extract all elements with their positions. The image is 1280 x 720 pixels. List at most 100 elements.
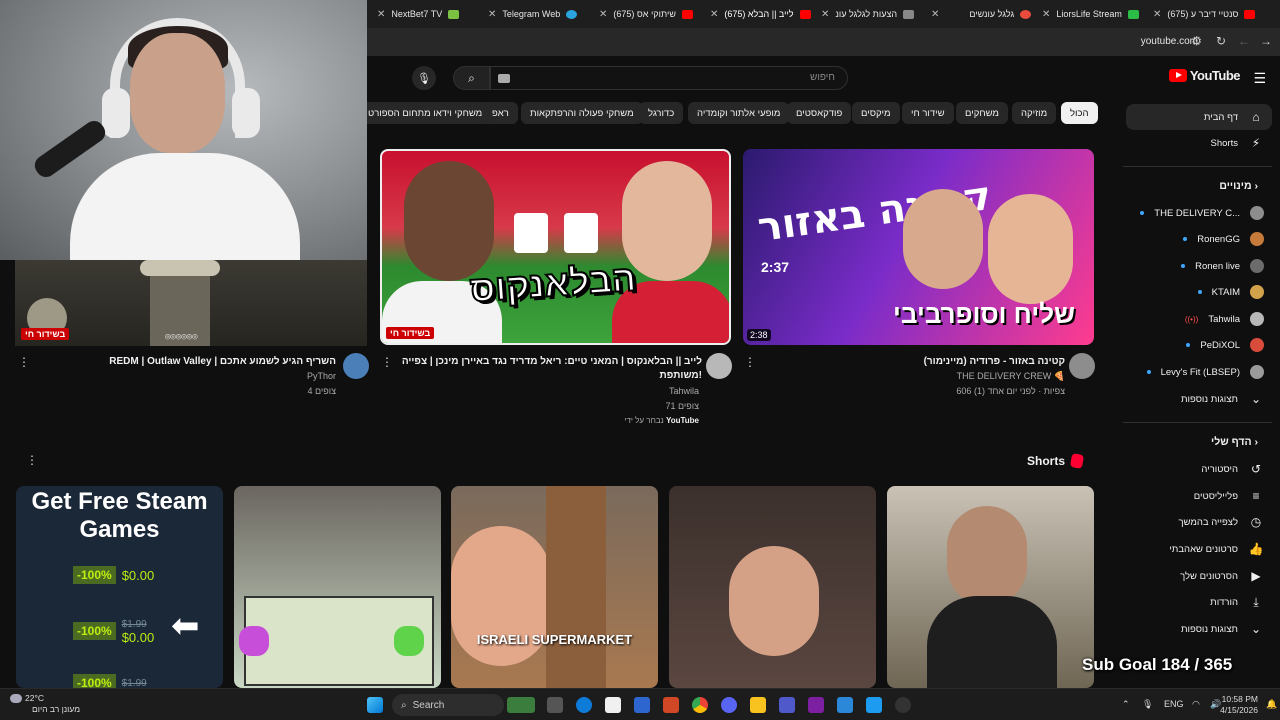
channel-name[interactable]: THE DELIVERY CREW 🍕 — [760, 371, 1065, 382]
short-card[interactable]: ISRAELI SUPERMARKET — [451, 486, 658, 688]
subscription-item[interactable]: Ronen live — [1181, 255, 1264, 277]
url-text[interactable]: youtube.com — [1141, 36, 1198, 47]
subscription-item[interactable]: ((•)) Tahwila — [1185, 308, 1264, 330]
weather-widget[interactable]: 22°C מעונן רב היום — [10, 693, 80, 715]
search-button[interactable]: ⌕ — [453, 66, 490, 90]
video-title[interactable]: קטינה באזור - פרודיה (מיינימור) — [760, 355, 1065, 369]
subscription-item[interactable]: PeDiXOL — [1186, 334, 1264, 356]
video-title[interactable]: REDM | Outlaw Valley | השריף הגיע לשמוע … — [30, 355, 336, 369]
folder-icon[interactable] — [750, 697, 766, 713]
chip-action-adventure[interactable]: משחקי פעולה והרפתקאות — [521, 102, 643, 124]
browser-tab[interactable]: ✕ (675) סנטיי דיבר ע — [1153, 4, 1256, 24]
more-options-icon[interactable]: ⋮ — [381, 355, 393, 369]
browser-tab-active[interactable]: ✕ (675) לייב || הבלא — [710, 4, 811, 24]
close-icon: ✕ — [377, 8, 386, 20]
subscription-item[interactable]: KTAIM — [1197, 281, 1264, 303]
widget-icon[interactable] — [507, 697, 535, 713]
like-icon: 👍 — [1248, 542, 1264, 556]
channel-avatar[interactable] — [343, 353, 369, 379]
forward-icon[interactable]: → — [1260, 34, 1272, 48]
teams-icon[interactable] — [779, 697, 795, 713]
short-card[interactable] — [234, 486, 441, 688]
chip-all[interactable]: הכול — [1061, 102, 1098, 124]
short-card[interactable] — [887, 486, 1094, 688]
notification-icon[interactable]: 🔔 — [1266, 699, 1277, 710]
video-title[interactable]: לייב || הבלאנקוס | המאני טיים: ריאל מדרי… — [396, 355, 702, 383]
sidebar-item-playlists[interactable]: פלייליסטים ≡ — [1194, 485, 1264, 507]
site-settings-icon[interactable]: ⚙ — [1191, 34, 1202, 48]
chip-comedy[interactable]: מופעי אלתור וקומדיה — [688, 102, 790, 124]
keyboard-icon[interactable] — [498, 74, 510, 83]
video-thumbnail[interactable]: הבלאנקוס בשידור חי — [380, 149, 731, 345]
chip-live[interactable]: שידור חי — [902, 102, 954, 124]
chip-sports-games[interactable]: משחקי וידאו מתחום הספורט — [359, 102, 492, 124]
chip-music[interactable]: מוזיקה — [1012, 102, 1057, 124]
channel-avatar[interactable] — [706, 353, 732, 379]
youtube-logo[interactable]: YouTube — [1168, 68, 1241, 83]
browser-tab[interactable]: ✕ LiorsLife Stream — [1042, 4, 1139, 24]
office-icon[interactable] — [663, 697, 679, 713]
menu-icon[interactable]: ☰ — [1253, 70, 1266, 87]
you-header[interactable]: הדף שלי › — [1211, 436, 1258, 448]
store-icon[interactable] — [605, 697, 621, 713]
language-indicator[interactable]: ENG — [1164, 699, 1184, 709]
short-card[interactable]: Get Free Steam Games -100% $0.00 -100% $… — [16, 486, 223, 688]
app-icon[interactable] — [808, 697, 824, 713]
chip-podcasts[interactable]: פודקאסטים — [787, 102, 852, 124]
voice-search-button[interactable]: 🎙 — [412, 66, 436, 90]
subscription-item[interactable]: Levy's Fit (LBSEP) — [1146, 361, 1264, 383]
more-options-icon[interactable]: ⋮ — [18, 355, 30, 369]
chrome-icon[interactable] — [692, 697, 708, 713]
subscription-item[interactable]: THE DELIVERY C... — [1140, 202, 1264, 224]
shorts-more-icon[interactable]: ⋮ — [26, 453, 38, 467]
sidebar-item-shorts[interactable]: Shorts ⚡ — [1211, 132, 1264, 154]
sidebar-item-liked[interactable]: סרטונים שאהבתי 👍 — [1169, 538, 1264, 560]
arrow-icon: ⬅ — [171, 607, 200, 645]
sidebar-item-watch-later[interactable]: לצפייה בהמשך ◷ — [1178, 511, 1264, 533]
app-icon[interactable] — [866, 697, 882, 713]
channel-name[interactable]: Tahwila — [396, 386, 699, 396]
obs-icon[interactable] — [895, 697, 911, 713]
sidebar-item-show-more[interactable]: תצוגות נוספות ⌄ — [1181, 618, 1264, 640]
chevron-down-icon: ⌄ — [1250, 392, 1262, 406]
windows-taskbar: 22°C מעונן רב היום ⌕ Search ⌃ 🎙 ENG ◠ 🔊 1… — [0, 688, 1280, 720]
taskbar-search[interactable]: ⌕ Search — [392, 694, 504, 716]
chip-mixes[interactable]: מיקסים — [852, 102, 900, 124]
sidebar-item-history[interactable]: היסטוריה ↺ — [1201, 458, 1264, 480]
avatar — [1250, 285, 1264, 299]
youtube-play-icon — [1168, 69, 1187, 82]
task-view-icon[interactable] — [547, 697, 563, 713]
wifi-icon[interactable]: ◠ — [1192, 699, 1200, 710]
channel-avatar[interactable] — [1069, 353, 1095, 379]
back-icon[interactable]: ← — [1238, 34, 1250, 48]
short-card[interactable] — [669, 486, 876, 688]
more-options-icon[interactable]: ⋮ — [744, 355, 756, 369]
subscription-item[interactable]: RonenGG — [1183, 228, 1264, 250]
discord-icon[interactable] — [721, 697, 737, 713]
sidebar-item-home[interactable]: דף הבית ⌂ — [1126, 104, 1272, 130]
browser-tab[interactable]: ✕ גלגל עונשים — [931, 4, 1032, 24]
tab-favicon-icon — [681, 9, 693, 19]
sidebar-item-your-videos[interactable]: הסרטונים שלך ▶ — [1180, 565, 1264, 587]
browser-tab[interactable]: ✕ NextBet7 TV — [377, 4, 460, 24]
subscriptions-header[interactable]: מינויים › — [1219, 180, 1258, 192]
search-input[interactable]: חיפוש — [490, 66, 848, 90]
notepad-icon[interactable] — [837, 697, 853, 713]
chip-gaming[interactable]: משחקים — [956, 102, 1008, 124]
browser-tab[interactable]: ✕ Telegram Web — [488, 4, 578, 24]
start-icon[interactable] — [367, 697, 383, 713]
app-icon[interactable] — [634, 697, 650, 713]
browser-tab[interactable]: ✕ הצעות לגלגל עונ — [821, 4, 915, 24]
video-thumbnail[interactable]: קטינה באזור שליח וסופרביבי 2:37 2:38 — [743, 149, 1094, 345]
reload-icon[interactable]: ↻ — [1216, 34, 1226, 48]
clock[interactable]: 10:58 PM 4/15/2026 — [1220, 694, 1258, 716]
show-more-subscriptions[interactable]: תצוגות נוספות ⌄ — [1181, 388, 1264, 410]
microphone-icon[interactable]: 🎙 — [1142, 699, 1153, 710]
shorts-icon: ⚡ — [1251, 136, 1261, 150]
edge-icon[interactable] — [576, 697, 592, 713]
chip-football[interactable]: כדורגל — [639, 102, 684, 124]
browser-tab[interactable]: ✕ (675) שיתוקי אס — [599, 4, 693, 24]
chevron-up-icon[interactable]: ⌃ — [1122, 699, 1130, 710]
sidebar-item-downloads[interactable]: הורדות ⤓ — [1210, 591, 1264, 613]
channel-name[interactable]: PyThor — [30, 371, 336, 381]
